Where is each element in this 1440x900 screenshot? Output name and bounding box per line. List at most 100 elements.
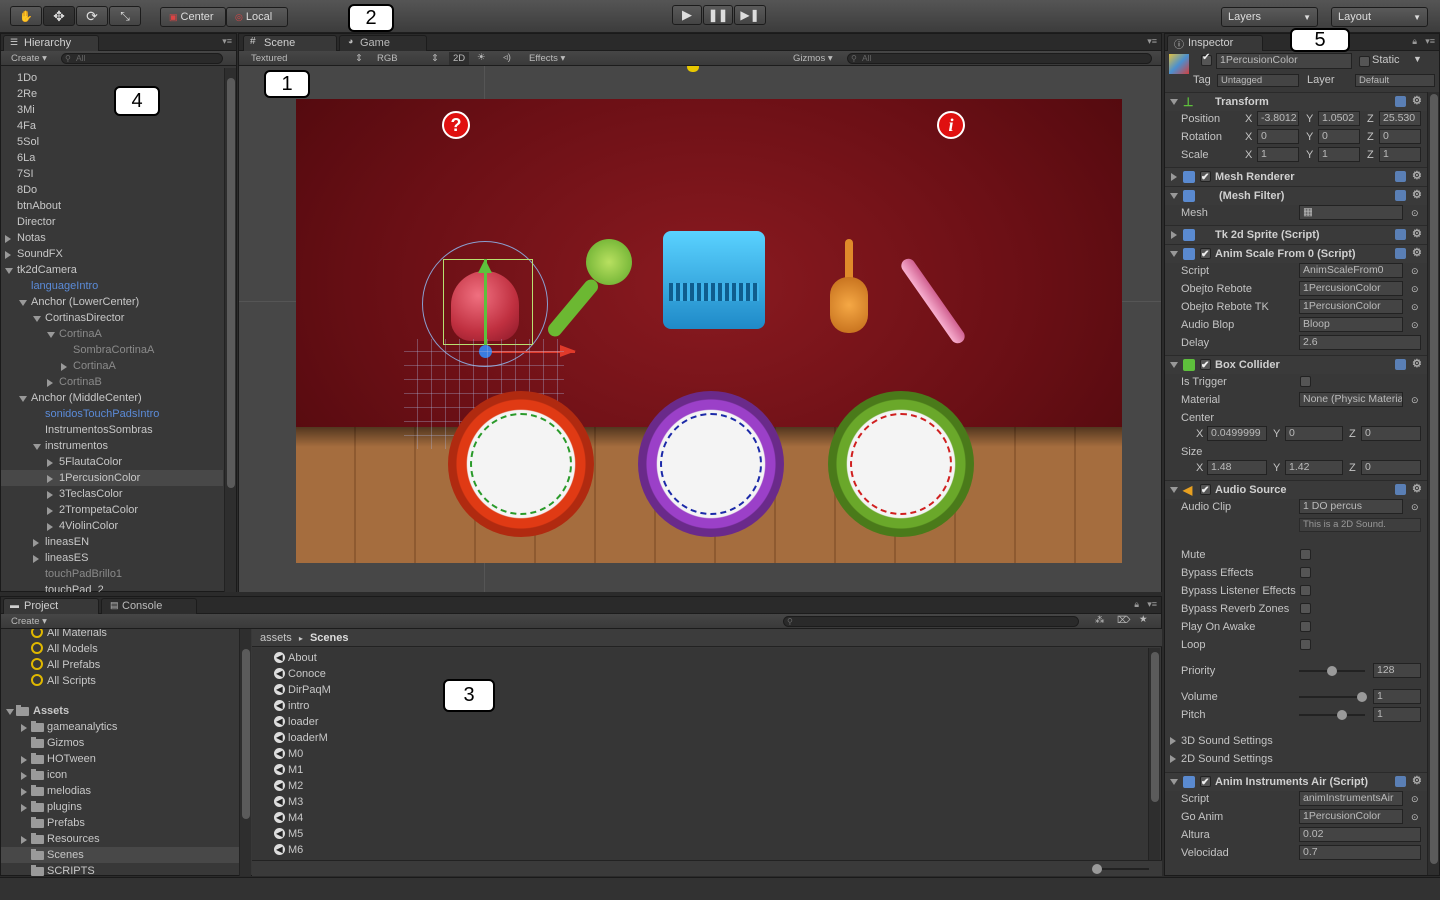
- hierarchy-item[interactable]: Director: [1, 214, 223, 230]
- object-name-field[interactable]: 1PercusionColor: [1216, 53, 1352, 69]
- slider-knob[interactable]: [1337, 710, 1347, 720]
- tab-console[interactable]: ▤ Console: [101, 598, 197, 614]
- priority-field[interactable]: 128: [1373, 663, 1421, 678]
- audio-source-header[interactable]: ◀ Audio Source ⚙: [1165, 480, 1427, 500]
- mesh-renderer-enabled-checkbox[interactable]: [1200, 168, 1211, 187]
- mesh-renderer-header[interactable]: Mesh Renderer ⚙: [1165, 167, 1427, 187]
- scene-file-item[interactable]: ◀ M6: [252, 842, 1148, 858]
- collapsed-arrow-icon[interactable]: [21, 836, 27, 844]
- audio-toggle-checkbox[interactable]: [1300, 585, 1311, 596]
- gear-icon[interactable]: ⚙: [1412, 484, 1423, 495]
- pivot-center-button[interactable]: ▣ Center: [160, 7, 226, 27]
- mesh-filter-header[interactable]: (Mesh Filter) ⚙: [1165, 186, 1427, 205]
- flute-sprite[interactable]: [898, 256, 968, 346]
- hierarchy-item[interactable]: 4ViolinColor: [1, 518, 223, 534]
- object-picker-icon[interactable]: ⊙: [1411, 262, 1419, 280]
- dropdown-arrow-icon[interactable]: ▼: [1413, 54, 1422, 64]
- collapsed-arrow-icon[interactable]: [47, 491, 53, 499]
- hierarchy-item[interactable]: 2TrompetaColor: [1, 502, 223, 518]
- audio-blop-field[interactable]: Bloop: [1299, 317, 1403, 332]
- expanded-arrow-icon[interactable]: [19, 396, 27, 402]
- scene-search-input[interactable]: ⚲ All: [847, 53, 1152, 64]
- scene-file-item[interactable]: ◀ intro: [252, 698, 1148, 714]
- layout-dropdown[interactable]: Layout ▼: [1331, 7, 1428, 27]
- panel-menu-icon[interactable]: ▾≡: [1147, 599, 1157, 610]
- hierarchy-item[interactable]: CortinaA: [1, 358, 223, 374]
- audio-toggle-checkbox[interactable]: [1300, 603, 1311, 614]
- gear-icon[interactable]: ⚙: [1412, 229, 1423, 240]
- slider-knob[interactable]: [1092, 864, 1102, 874]
- transform-header[interactable]: ⊥ Transform ⚙: [1165, 92, 1427, 111]
- rotation-z-field[interactable]: 0: [1379, 129, 1421, 144]
- hierarchy-item[interactable]: InstrumentosSombras: [1, 422, 223, 438]
- sound2d-foldout[interactable]: 2D Sound Settings: [1165, 750, 1427, 768]
- hand-tool-button[interactable]: ✋: [10, 6, 42, 26]
- favorite-star-icon[interactable]: ★: [1139, 614, 1148, 625]
- collapsed-arrow-icon[interactable]: [33, 555, 39, 563]
- violin-sprite[interactable]: [824, 239, 874, 337]
- hierarchy-item[interactable]: SoundFX: [1, 246, 223, 262]
- material-field[interactable]: None (Physic Material): [1299, 392, 1403, 407]
- tab-game[interactable]: ◕ Game: [339, 35, 427, 51]
- size-x-field[interactable]: 1.48: [1207, 460, 1267, 475]
- script-field[interactable]: animInstrumentsAir: [1299, 791, 1403, 806]
- piano-sprite[interactable]: [663, 231, 765, 329]
- render-mode-dropdown[interactable]: Textured ⇕: [251, 53, 363, 64]
- expanded-arrow-icon[interactable]: [5, 268, 13, 274]
- is-trigger-checkbox[interactable]: [1300, 376, 1311, 387]
- pitch-field[interactable]: 1: [1373, 707, 1421, 722]
- help-book-icon[interactable]: [1395, 229, 1406, 240]
- volume-slider[interactable]: [1299, 692, 1367, 702]
- hierarchy-item[interactable]: 5FlautaColor: [1, 454, 223, 470]
- anim-air-enabled-checkbox[interactable]: [1200, 773, 1211, 792]
- position-z-field[interactable]: 25.530: [1379, 111, 1421, 126]
- scene-file-item[interactable]: ◀ DirPaqM: [252, 682, 1148, 698]
- hierarchy-item[interactable]: languageIntro: [1, 278, 223, 294]
- collapsed-arrow-icon[interactable]: [47, 523, 53, 531]
- step-button[interactable]: ▶❚: [734, 5, 766, 25]
- hierarchy-item[interactable]: 6La: [1, 150, 223, 166]
- lighting-icon[interactable]: ☀: [477, 52, 486, 63]
- size-z-field[interactable]: 0: [1361, 460, 1421, 475]
- tag-dropdown[interactable]: Untagged: [1217, 74, 1299, 87]
- touch-pad-green[interactable]: [828, 391, 974, 537]
- object-picker-icon[interactable]: ⊙: [1411, 790, 1419, 808]
- panel-menu-icon[interactable]: ▾≡: [1425, 36, 1435, 47]
- hierarchy-item[interactable]: SombraCortinaA: [1, 342, 223, 358]
- hierarchy-item[interactable]: btnAbout: [1, 198, 223, 214]
- scale-x-field[interactable]: 1: [1257, 147, 1299, 162]
- folder-item[interactable]: Resources: [1, 831, 239, 847]
- tab-inspector[interactable]: ⓘ Inspector: [1167, 35, 1263, 51]
- velocidad-field[interactable]: 0.7: [1299, 845, 1421, 860]
- help-book-icon[interactable]: [1395, 190, 1406, 201]
- object-picker-icon[interactable]: ⊙: [1411, 298, 1419, 316]
- scene-file-item[interactable]: ◀ M2: [252, 778, 1148, 794]
- tab-scene[interactable]: # Scene: [243, 35, 337, 51]
- collapsed-arrow-icon[interactable]: [21, 788, 27, 796]
- hierarchy-item[interactable]: CortinaB: [1, 374, 223, 390]
- hierarchy-scrollbar[interactable]: [224, 68, 236, 592]
- collapsed-arrow-icon[interactable]: [21, 804, 27, 812]
- touch-pad-purple[interactable]: [638, 391, 784, 537]
- project-search-input[interactable]: ⚲: [783, 616, 1079, 627]
- object-picker-icon[interactable]: ⊙: [1411, 808, 1419, 826]
- hierarchy-item[interactable]: tk2dCamera: [1, 262, 223, 278]
- color-mode-dropdown[interactable]: RGB ⇕: [377, 53, 439, 64]
- hierarchy-item[interactable]: 3Mi: [1, 102, 223, 118]
- trumpet-sprite[interactable]: [545, 237, 638, 340]
- expanded-arrow-icon[interactable]: [33, 316, 41, 322]
- gear-icon[interactable]: ⚙: [1412, 190, 1423, 201]
- play-button[interactable]: ▶: [672, 5, 702, 25]
- filter-type-icon[interactable]: ⁂: [1095, 615, 1105, 626]
- project-tree-scrollbar[interactable]: [239, 629, 251, 876]
- folder-item[interactable]: icon: [1, 767, 239, 783]
- object-picker-icon[interactable]: ⊙: [1411, 391, 1419, 409]
- filter-label-icon[interactable]: ⌦: [1117, 615, 1130, 626]
- favorite-item[interactable]: All Scripts: [1, 673, 239, 689]
- gear-icon[interactable]: ⚙: [1412, 96, 1423, 107]
- info-icon[interactable]: i: [937, 111, 965, 139]
- scrollbar-thumb[interactable]: [242, 649, 250, 819]
- anim-scale-header[interactable]: Anim Scale From 0 (Script) ⚙: [1165, 244, 1427, 264]
- active-checkbox[interactable]: [1201, 52, 1212, 66]
- project-create-button[interactable]: Create ▾: [11, 616, 47, 627]
